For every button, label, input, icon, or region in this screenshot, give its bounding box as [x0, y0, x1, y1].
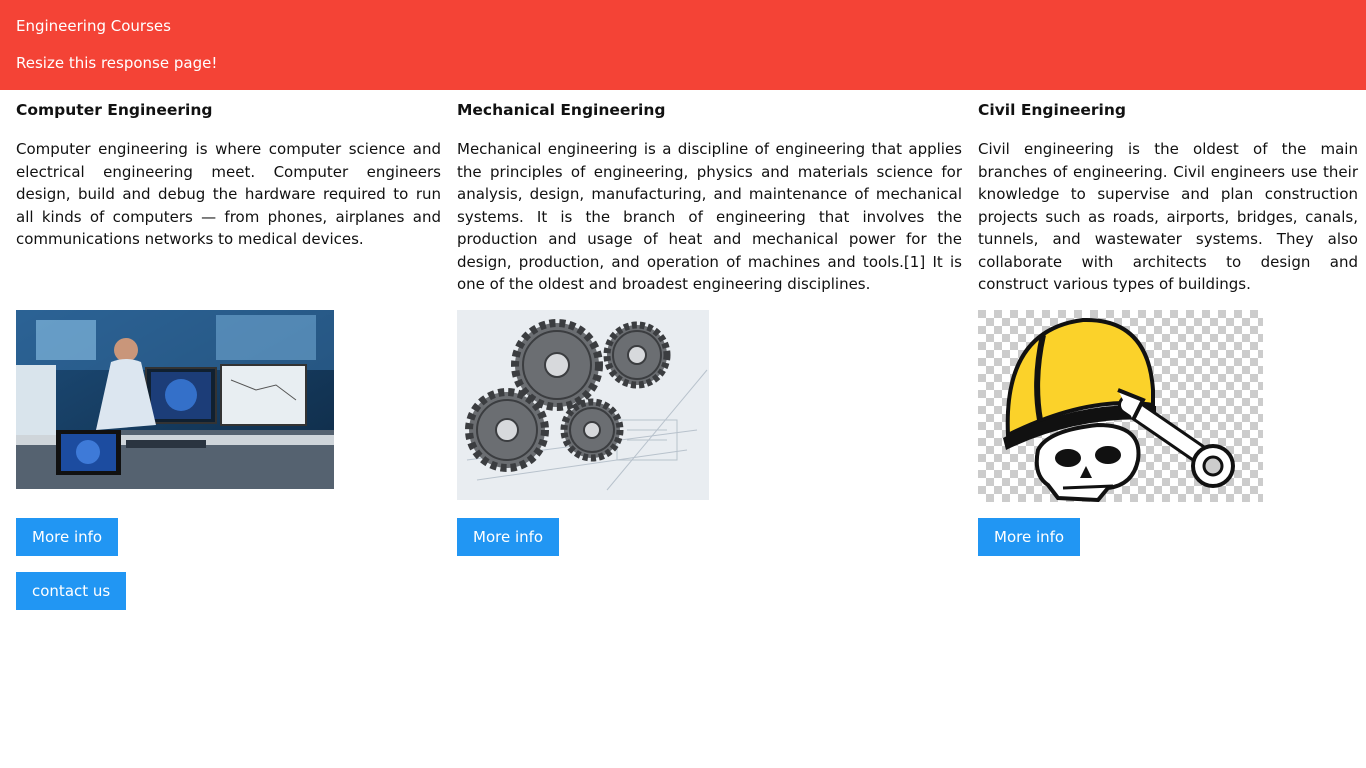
contact-us-button[interactable]: contact us — [16, 572, 127, 610]
computer-engineering-image — [16, 310, 334, 489]
site-title: Engineering Courses — [16, 17, 171, 35]
course-description: Computer engineering is where computer s… — [16, 140, 441, 248]
more-info-button-computer[interactable]: More info — [16, 518, 119, 556]
course-card-computer: Computer Engineering Computer engineerin… — [16, 90, 441, 610]
course-description: Mechanical engineering is a discipline o… — [457, 140, 962, 293]
course-card-mechanical: Mechanical Engineering Mechanical engine… — [457, 90, 962, 556]
course-heading: Computer Engineering — [16, 101, 213, 119]
mechanical-engineering-image — [457, 310, 709, 500]
course-heading: Civil Engineering — [978, 101, 1126, 119]
more-info-button-mechanical[interactable]: More info — [457, 518, 560, 556]
more-info-button-civil[interactable]: More info — [978, 518, 1081, 556]
page-header: Engineering Courses Resize this response… — [0, 0, 1366, 90]
civil-engineering-image — [978, 310, 1263, 502]
site-subtitle: Resize this response page! — [16, 54, 218, 72]
course-heading: Mechanical Engineering — [457, 101, 666, 119]
course-description: Civil engineering is the oldest of the m… — [978, 140, 1358, 293]
course-card-civil: Civil Engineering Civil engineering is t… — [978, 90, 1358, 556]
